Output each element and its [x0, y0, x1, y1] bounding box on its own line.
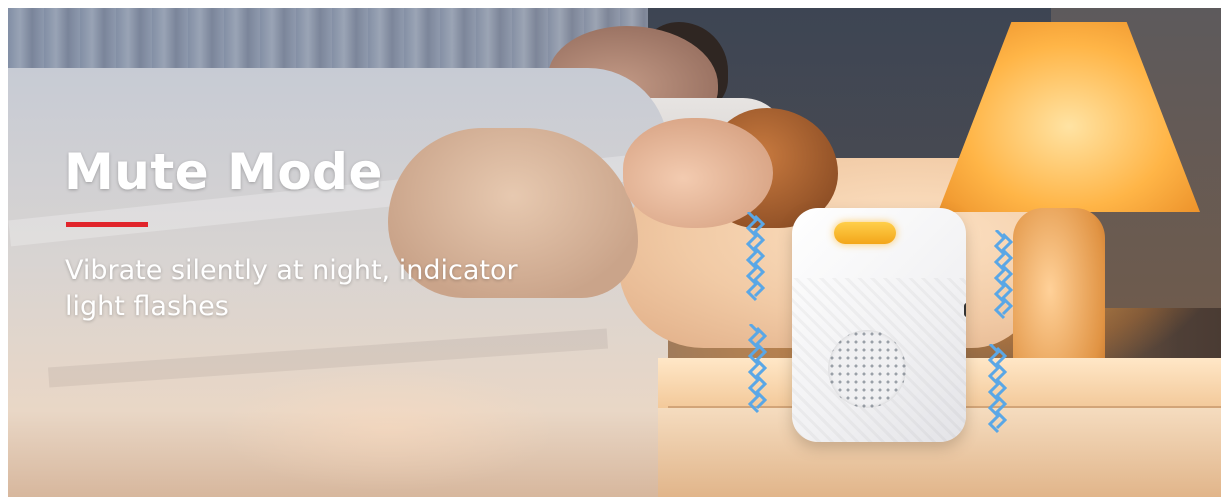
banner-title: Mute Mode: [64, 143, 383, 201]
speaker-grille: [828, 330, 906, 408]
indicator-light: [834, 222, 896, 244]
banner-subtitle: Vibrate silently at night, indicator lig…: [65, 255, 518, 322]
vibration-wave-icon: [744, 324, 768, 416]
vibration-wave-icon: [742, 212, 766, 304]
title-underline: [66, 222, 148, 227]
alarm-device: [792, 208, 966, 442]
vibration-wave-icon: [984, 344, 1008, 436]
device-port: [964, 303, 966, 317]
vibration-wave-icon: [990, 230, 1014, 322]
